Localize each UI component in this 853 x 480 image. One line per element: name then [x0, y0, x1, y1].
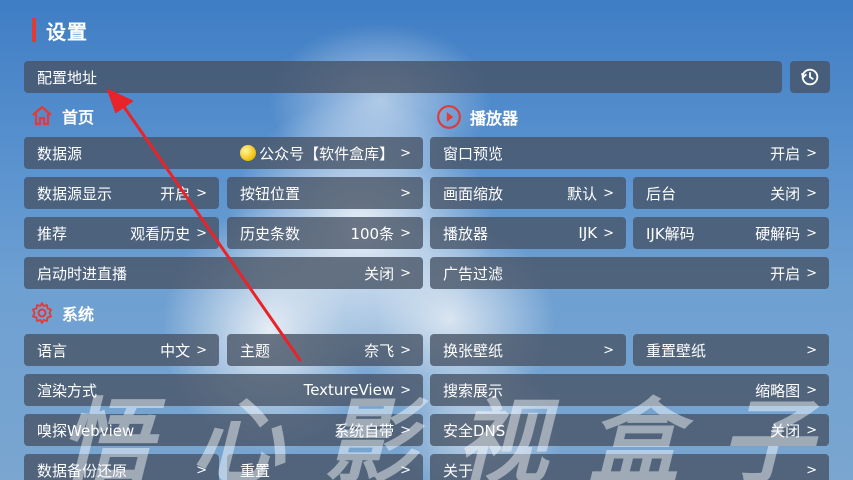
- pointer-arrow: [107, 89, 302, 362]
